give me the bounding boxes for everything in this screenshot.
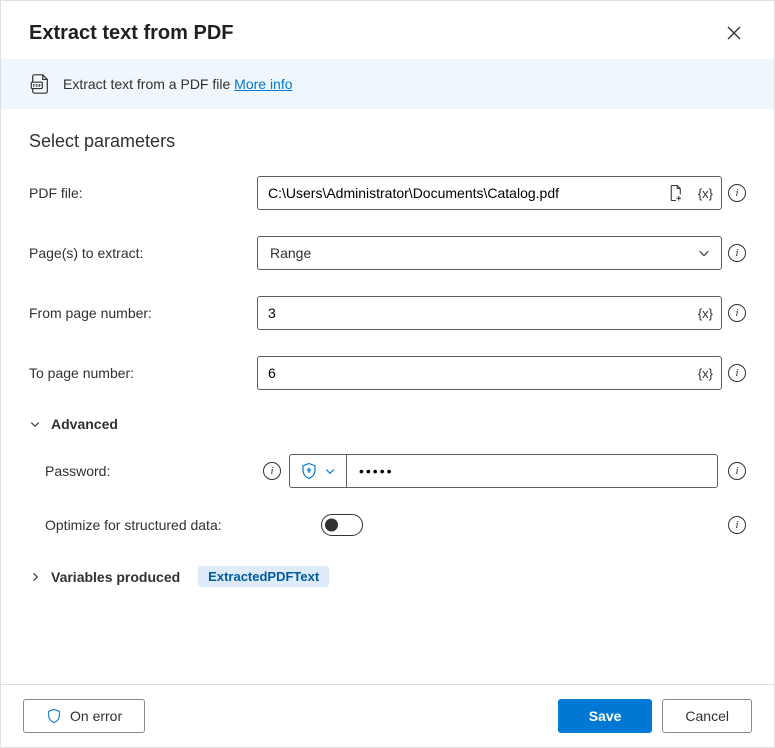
chevron-down-icon: [29, 418, 41, 430]
row-pdf-file: PDF file: {x} i: [29, 176, 746, 210]
close-icon: [726, 25, 742, 41]
variable-token-button[interactable]: {x}: [690, 306, 721, 321]
info-icon[interactable]: i: [728, 304, 746, 322]
from-page-input-wrapper: {x}: [257, 296, 722, 330]
toggle-knob: [325, 519, 338, 532]
pdf-file-label: PDF file:: [29, 185, 249, 201]
info-icon[interactable]: i: [728, 184, 746, 202]
save-button[interactable]: Save: [558, 699, 653, 733]
info-icon[interactable]: i: [728, 244, 746, 262]
produced-variable-pill[interactable]: ExtractedPDFText: [198, 566, 329, 587]
file-add-icon: [666, 184, 684, 202]
shield-icon: [46, 708, 62, 724]
advanced-section: Password: i: [29, 454, 746, 536]
to-page-input[interactable]: [258, 357, 690, 389]
password-control: [289, 454, 718, 488]
variables-toggle[interactable]: Variables produced ExtractedPDFText: [29, 566, 746, 587]
info-icon[interactable]: i: [263, 462, 281, 480]
password-label: Password:: [45, 463, 255, 479]
pages-select[interactable]: Range: [257, 236, 722, 270]
pages-label: Page(s) to extract:: [29, 245, 249, 261]
pdf-file-input-wrapper: {x}: [257, 176, 722, 210]
chevron-down-icon: [324, 465, 336, 477]
on-error-label: On error: [70, 708, 122, 724]
variables-heading: Variables produced: [51, 569, 180, 585]
row-to-page: To page number: {x} i: [29, 356, 746, 390]
shield-lock-icon: [300, 462, 318, 480]
variable-token-button[interactable]: {x}: [690, 366, 721, 381]
pages-select-value: Range: [270, 245, 311, 261]
cancel-button[interactable]: Cancel: [662, 699, 752, 733]
section-title: Select parameters: [29, 131, 746, 152]
row-optimize: Optimize for structured data: i: [45, 514, 746, 536]
chevron-down-icon: [697, 246, 711, 260]
row-password: Password: i: [45, 454, 746, 488]
row-pages: Page(s) to extract: Range i: [29, 236, 746, 270]
on-error-button[interactable]: On error: [23, 699, 145, 733]
row-from-page: From page number: {x} i: [29, 296, 746, 330]
file-picker-button[interactable]: [660, 184, 690, 202]
dialog-content: Select parameters PDF file: {x} i Page(s…: [1, 109, 774, 684]
svg-text:PDF: PDF: [33, 83, 42, 88]
to-page-input-wrapper: {x}: [257, 356, 722, 390]
advanced-toggle[interactable]: Advanced: [29, 416, 746, 432]
more-info-link[interactable]: More info: [234, 76, 292, 92]
advanced-heading: Advanced: [51, 416, 118, 432]
password-input[interactable]: [347, 455, 717, 487]
password-mode-selector[interactable]: [290, 455, 347, 487]
info-banner: PDF Extract text from a PDF file More in…: [1, 59, 774, 109]
info-banner-text: Extract text from a PDF file More info: [63, 76, 293, 92]
info-icon[interactable]: i: [728, 462, 746, 480]
dialog-title: Extract text from PDF: [29, 22, 234, 45]
to-page-label: To page number:: [29, 365, 249, 381]
dialog-footer: On error Save Cancel: [1, 684, 774, 747]
info-icon[interactable]: i: [728, 516, 746, 534]
optimize-label: Optimize for structured data:: [45, 517, 313, 533]
optimize-toggle[interactable]: [321, 514, 363, 536]
from-page-input[interactable]: [258, 297, 690, 329]
variable-token-button[interactable]: {x}: [690, 186, 721, 201]
info-icon[interactable]: i: [728, 364, 746, 382]
pdf-file-input[interactable]: [258, 177, 660, 209]
pdf-file-icon: PDF: [29, 73, 51, 95]
chevron-right-icon: [29, 571, 41, 583]
dialog-header: Extract text from PDF: [1, 1, 774, 59]
from-page-label: From page number:: [29, 305, 249, 321]
close-button[interactable]: [722, 21, 746, 45]
